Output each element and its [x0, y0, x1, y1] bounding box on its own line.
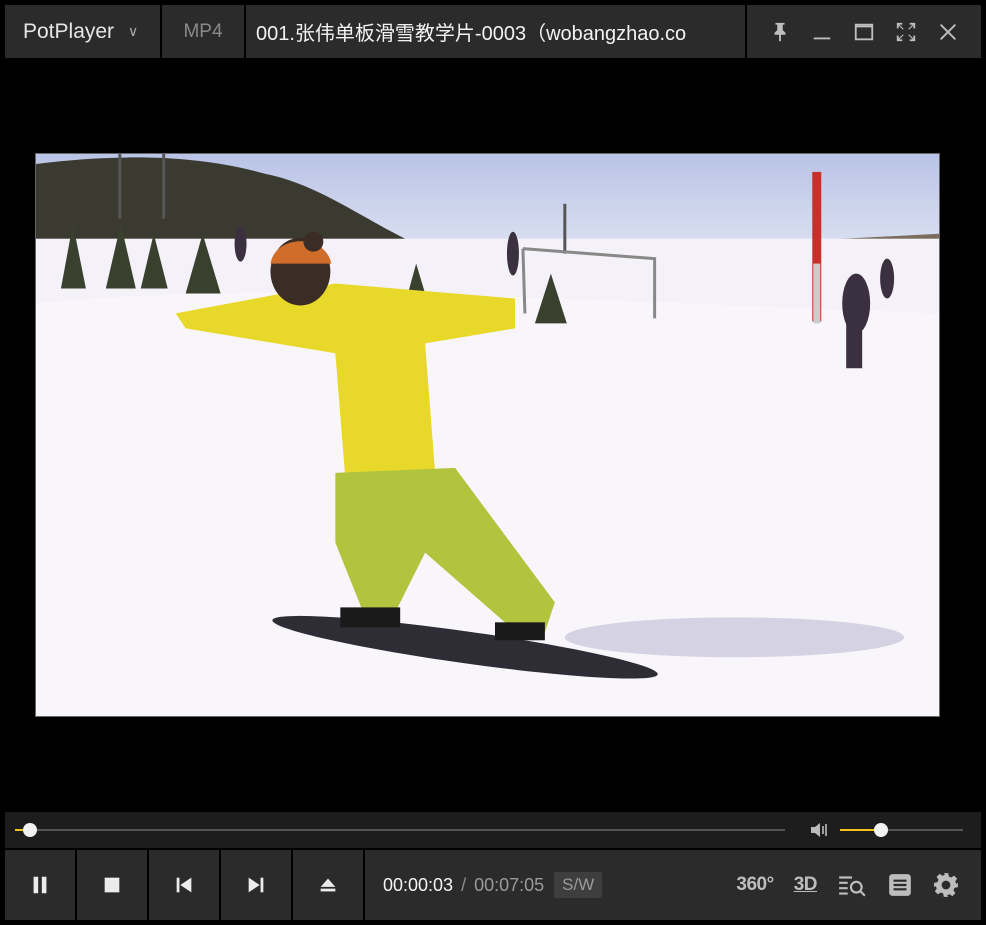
stop-button[interactable]	[77, 850, 147, 920]
volume-slider[interactable]	[840, 823, 963, 837]
playlist-icon	[889, 874, 911, 896]
eject-icon	[320, 878, 336, 892]
360-view-button[interactable]: 360°	[736, 874, 774, 896]
skip-previous-icon	[176, 877, 192, 893]
title-bar: PotPlayer ∨ MP4 001.张伟单板滑雪教学片-0003（woban…	[5, 5, 981, 58]
stop-icon	[104, 877, 120, 893]
sw-badge[interactable]: S/W	[554, 872, 603, 898]
3d-button[interactable]: 3D	[793, 874, 818, 896]
seek-bar[interactable]	[15, 823, 785, 837]
app-name: PotPlayer	[23, 19, 115, 43]
window-controls	[747, 5, 981, 58]
seek-bar-row	[5, 812, 981, 848]
current-time: 00:00:03	[383, 874, 454, 895]
time-separator: /	[461, 874, 467, 895]
volume-icon[interactable]	[809, 820, 833, 840]
settings-button[interactable]	[933, 872, 959, 898]
fullscreen-icon[interactable]	[892, 18, 920, 46]
360-icon: 360°	[736, 874, 774, 895]
gear-icon	[934, 873, 958, 897]
chevron-down-icon: ∨	[128, 23, 139, 39]
3d-icon: 3D	[793, 874, 818, 895]
video-frame[interactable]	[35, 153, 940, 717]
next-button[interactable]	[221, 850, 291, 920]
previous-button[interactable]	[149, 850, 219, 920]
playlist-search-button[interactable]	[837, 872, 867, 898]
pause-button[interactable]	[5, 850, 75, 920]
file-title-text: 001.张伟单板滑雪教学片-0003（wobangzhao.co	[256, 23, 687, 45]
list-search-icon	[839, 876, 866, 897]
pause-icon	[33, 876, 47, 894]
minimize-icon[interactable]	[808, 18, 836, 46]
time-panel: 00:00:03 / 00:07:05 S/W 360° 3D	[365, 850, 981, 920]
seek-handle[interactable]	[23, 823, 38, 837]
format-label: MP4	[162, 5, 244, 58]
right-tools: 360° 3D	[736, 872, 981, 898]
skip-next-icon	[248, 877, 264, 893]
control-bar: 00:00:03 / 00:07:05 S/W 360° 3D	[5, 850, 981, 920]
eject-button[interactable]	[293, 850, 363, 920]
maximize-icon[interactable]	[850, 18, 878, 46]
close-icon[interactable]	[934, 18, 962, 46]
pin-icon[interactable]	[766, 18, 794, 46]
volume-handle[interactable]	[873, 823, 888, 837]
app-menu-button[interactable]: PotPlayer ∨	[5, 5, 160, 58]
total-time[interactable]: 00:07:05	[474, 875, 544, 896]
file-title: 001.张伟单板滑雪教学片-0003（wobangzhao.co	[246, 5, 745, 58]
playlist-button[interactable]	[887, 872, 913, 898]
